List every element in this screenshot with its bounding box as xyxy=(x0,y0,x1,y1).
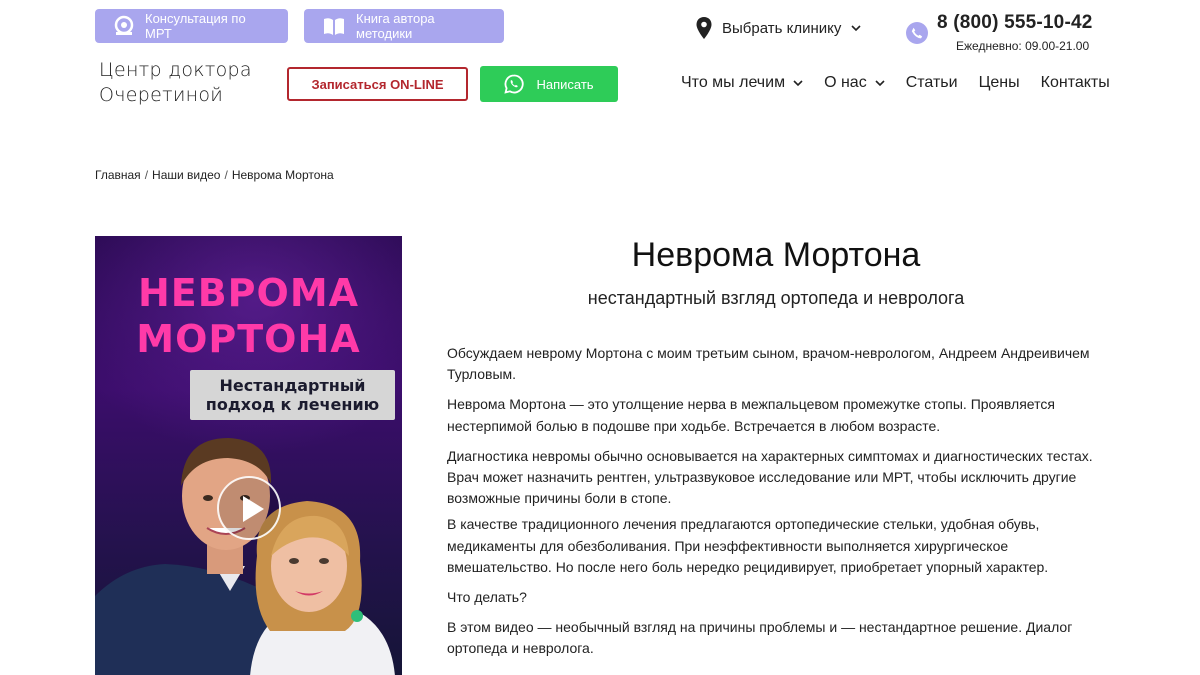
video-presenters-image xyxy=(95,438,395,675)
video-badge-line-2: подход к лечению xyxy=(205,395,380,414)
breadcrumb-current: Неврома Мортона xyxy=(231,168,334,182)
nav-item-label: Контакты xyxy=(1040,74,1110,91)
mri-consultation-button[interactable]: Консультация по МРТ xyxy=(95,9,288,43)
logo-line-1: Центр доктора xyxy=(99,59,252,81)
chevron-down-icon xyxy=(851,24,861,31)
author-book-button[interactable]: Книга автора методики xyxy=(304,9,504,43)
working-hours: Ежедневно: 09.00-21.00 xyxy=(956,39,1090,53)
page-title: Неврома Мортона xyxy=(631,236,921,274)
breadcrumb-separator: / xyxy=(224,168,228,182)
video-badge: Нестандартный подход к лечению xyxy=(190,370,395,420)
location-pin-icon xyxy=(696,17,712,39)
nav-item-label: Что мы лечим xyxy=(681,74,786,91)
breadcrumb-videos[interactable]: Наши видео xyxy=(152,168,220,182)
article-paragraph: Диагностика невромы обычно основывается … xyxy=(447,447,1093,507)
whatsapp-write-button[interactable]: Написать xyxy=(480,66,618,102)
nav-item-label: Статьи xyxy=(905,74,958,91)
phone-number[interactable]: 8 (800) 555-10-42 xyxy=(937,12,1093,34)
nav-item-articles[interactable]: Статьи xyxy=(906,74,958,92)
article-paragraph: Неврома Мортона — это утолщение нерва в … xyxy=(447,396,1055,434)
video-badge-line-1: Нестандартный xyxy=(219,376,366,395)
nav-item-label: О нас xyxy=(824,74,867,91)
breadcrumb-separator: / xyxy=(144,168,149,182)
page-subtitle: нестандартный взгляд ортопеда и невролог… xyxy=(587,288,965,308)
mri-scanner-icon xyxy=(114,15,134,35)
clinic-selector-label: Выбрать клинику xyxy=(722,19,842,37)
book-icon xyxy=(324,18,344,35)
logo-line-2: Очеретиной xyxy=(99,84,224,106)
video-title-line-1: НЕВРОМА xyxy=(137,271,360,315)
chevron-down-icon xyxy=(793,79,803,86)
chevron-down-icon xyxy=(875,79,885,86)
video-title-line-2: МОРТОНА xyxy=(136,317,361,361)
book-online-button[interactable]: Записаться ON-LINE xyxy=(287,67,468,101)
nav-item-contacts[interactable]: Контакты xyxy=(1041,74,1110,92)
nav-item-label: Цены xyxy=(978,74,1020,91)
write-button-label: Написать xyxy=(536,76,594,92)
mri-consultation-label: Консультация по МРТ xyxy=(145,11,246,41)
main-nav: Что мы лечим О нас Статьи Цены Контакты xyxy=(681,74,1110,92)
whatsapp-icon xyxy=(504,74,525,94)
phone-icon[interactable] xyxy=(906,22,928,44)
play-button-icon[interactable] xyxy=(217,476,281,540)
author-book-label: Книга автора методики xyxy=(356,11,435,41)
article-paragraph: Что делать? xyxy=(447,589,527,606)
video-player[interactable]: НЕВРОМА МОРТОНА Нестандартный подход к л… xyxy=(95,236,402,675)
breadcrumb-home[interactable]: Главная xyxy=(95,168,141,182)
handset-icon xyxy=(911,27,923,39)
breadcrumb: Главная / Наши видео / Неврома Мортона xyxy=(95,168,334,182)
nav-item-about[interactable]: О нас xyxy=(824,74,885,92)
nav-item-prices[interactable]: Цены xyxy=(979,74,1020,92)
article-paragraph: В этом видео — необычный взгляд на причи… xyxy=(447,619,1073,657)
site-logo[interactable]: Центр доктора Очеретиной xyxy=(99,58,252,108)
article-paragraph: Обсуждаем неврому Мортона с моим третьим… xyxy=(447,345,1090,383)
clinic-selector[interactable]: Выбрать клинику xyxy=(696,14,861,42)
nav-item-treatments[interactable]: Что мы лечим xyxy=(681,74,803,92)
article-paragraph: В качестве традиционного лечения предлаг… xyxy=(447,516,1049,575)
article-body: Обсуждаем неврому Мортона с моим третьим… xyxy=(447,343,1107,669)
